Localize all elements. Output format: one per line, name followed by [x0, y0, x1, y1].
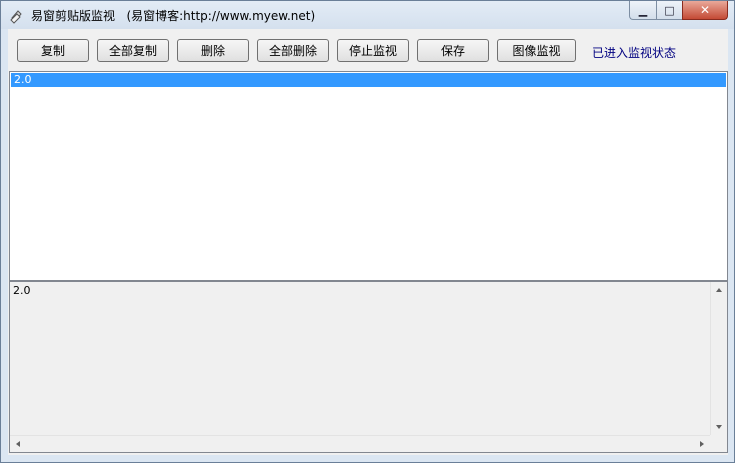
textarea-value: 2.0 [13, 284, 31, 297]
clipboard-history-list[interactable]: 2.0 [9, 71, 728, 281]
scroll-down-icon[interactable] [716, 425, 722, 429]
monitor-status-label: 已进入监视状态 [592, 46, 677, 60]
vertical-scrollbar[interactable] [710, 282, 727, 435]
close-button[interactable]: ✕ [682, 1, 728, 20]
title-bar[interactable]: 易窗剪贴版监视 (易窗博客:http://www.myew.net) ▁ □ ✕ [1, 1, 734, 29]
copy-button[interactable]: 复制 [17, 39, 89, 62]
app-clipboard-icon [10, 10, 22, 24]
scroll-corner [710, 435, 727, 452]
stop-monitor-button[interactable]: 停止监视 [337, 39, 409, 62]
maximize-button[interactable]: □ [656, 1, 682, 20]
list-item[interactable]: 2.0 [11, 73, 726, 87]
scroll-up-icon[interactable] [716, 288, 722, 292]
app-window: 易窗剪贴版监视 (易窗博客:http://www.myew.net) ▁ □ ✕… [0, 0, 735, 463]
clipboard-content-textarea[interactable]: 2.0 [9, 281, 728, 453]
delete-button[interactable]: 删除 [177, 39, 249, 62]
delete-all-button[interactable]: 全部删除 [257, 39, 329, 62]
maximize-icon: □ [664, 3, 675, 17]
window-title: 易窗剪贴版监视 (易窗博客:http://www.myew.net) [31, 9, 316, 23]
scroll-left-icon[interactable] [16, 441, 20, 447]
image-monitor-button[interactable]: 图像监视 [497, 39, 576, 62]
minimize-button[interactable]: ▁ [629, 1, 656, 20]
toolbar: 复制 全部复制 删除 全部删除 停止监视 保存 图像监视 已进入监视状态 [8, 29, 728, 71]
scroll-right-icon[interactable] [700, 441, 704, 447]
close-icon: ✕ [699, 3, 711, 17]
copy-all-button[interactable]: 全部复制 [97, 39, 169, 62]
client-area: 复制 全部复制 删除 全部删除 停止监视 保存 图像监视 已进入监视状态 2.0… [8, 29, 728, 455]
minimize-icon: ▁ [638, 3, 648, 17]
horizontal-scrollbar[interactable] [10, 435, 710, 452]
save-button[interactable]: 保存 [417, 39, 489, 62]
caption-buttons: ▁ □ ✕ [629, 1, 728, 20]
